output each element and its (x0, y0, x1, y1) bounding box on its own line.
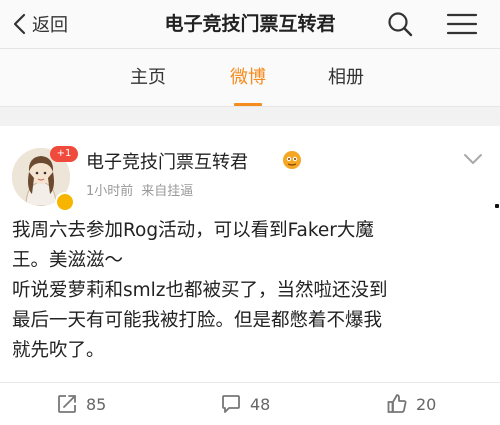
avatar-notification-badge: +1 (50, 146, 78, 162)
post-source: 来自挂逼 (141, 184, 194, 199)
post-action-bar: 85 48 20 (0, 382, 500, 425)
post-text-line: 就先吹了。 (12, 340, 105, 361)
tab-home[interactable]: 主页 (130, 63, 166, 93)
search-icon[interactable] (386, 10, 414, 38)
chevron-left-icon (13, 13, 26, 35)
post-text-line: 听说爱萝莉和smlz也都被买了，当然啦还没到 (12, 280, 388, 301)
active-tab-indicator (234, 103, 262, 106)
edge-mark (495, 204, 499, 208)
post-meta: 1小时前 来自挂逼 (86, 180, 193, 199)
comment-icon (222, 395, 240, 413)
repost-button[interactable]: 85 (56, 383, 106, 425)
menu-icon[interactable] (446, 10, 480, 38)
chevron-down-icon[interactable] (462, 152, 484, 166)
repost-icon (58, 395, 76, 413)
post-time: 1小时前 (86, 184, 134, 199)
like-count: 20 (416, 394, 437, 414)
profile-tabs: 主页 微博 相册 (0, 49, 500, 107)
top-bar: 返回 电子竞技门票互转君 (0, 0, 500, 49)
tab-home-label: 主页 (130, 67, 166, 88)
repost-count: 85 (86, 394, 107, 414)
tab-album-label: 相册 (328, 67, 364, 88)
post-text-line: 王。美滋滋～ (12, 250, 124, 271)
tab-weibo-label: 微博 (230, 67, 266, 88)
vip-crown-icon (283, 151, 301, 169)
comment-count: 48 (250, 394, 271, 414)
verified-badge-icon (55, 192, 75, 212)
tab-album[interactable]: 相册 (328, 63, 364, 93)
post-card: +1 电子竞技门票互转君 1小时前 来自挂逼 我周六去参加Rog活动，可以看到Fa… (0, 126, 500, 382)
back-button[interactable]: 返回 (10, 10, 68, 38)
tab-weibo[interactable]: 微博 (230, 63, 266, 106)
comment-button[interactable]: 48 (220, 383, 270, 425)
post-content: 我周六去参加Rog活动，可以看到Faker大魔 王。美滋滋～ 听说爱萝莉和sml… (12, 216, 488, 366)
post-text-line: 最后一天有可能我被打脸。但是都憋着不爆我 (12, 310, 383, 331)
thumbs-up-icon (387, 394, 407, 413)
back-label: 返回 (32, 15, 68, 36)
like-button[interactable]: 20 (386, 383, 436, 425)
post-text-line: 我周六去参加Rog活动，可以看到Faker大魔 (12, 220, 374, 241)
post-author-name[interactable]: 电子竞技门票互转君 (86, 148, 248, 174)
page-title: 电子竞技门票互转君 (164, 13, 336, 35)
